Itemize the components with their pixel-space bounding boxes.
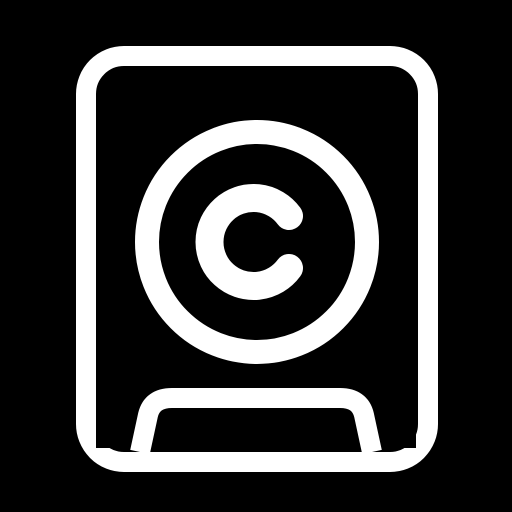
- bottom-tab: [130, 388, 382, 455]
- copyright-document-icon: [76, 46, 438, 472]
- icon-canvas: [0, 0, 512, 512]
